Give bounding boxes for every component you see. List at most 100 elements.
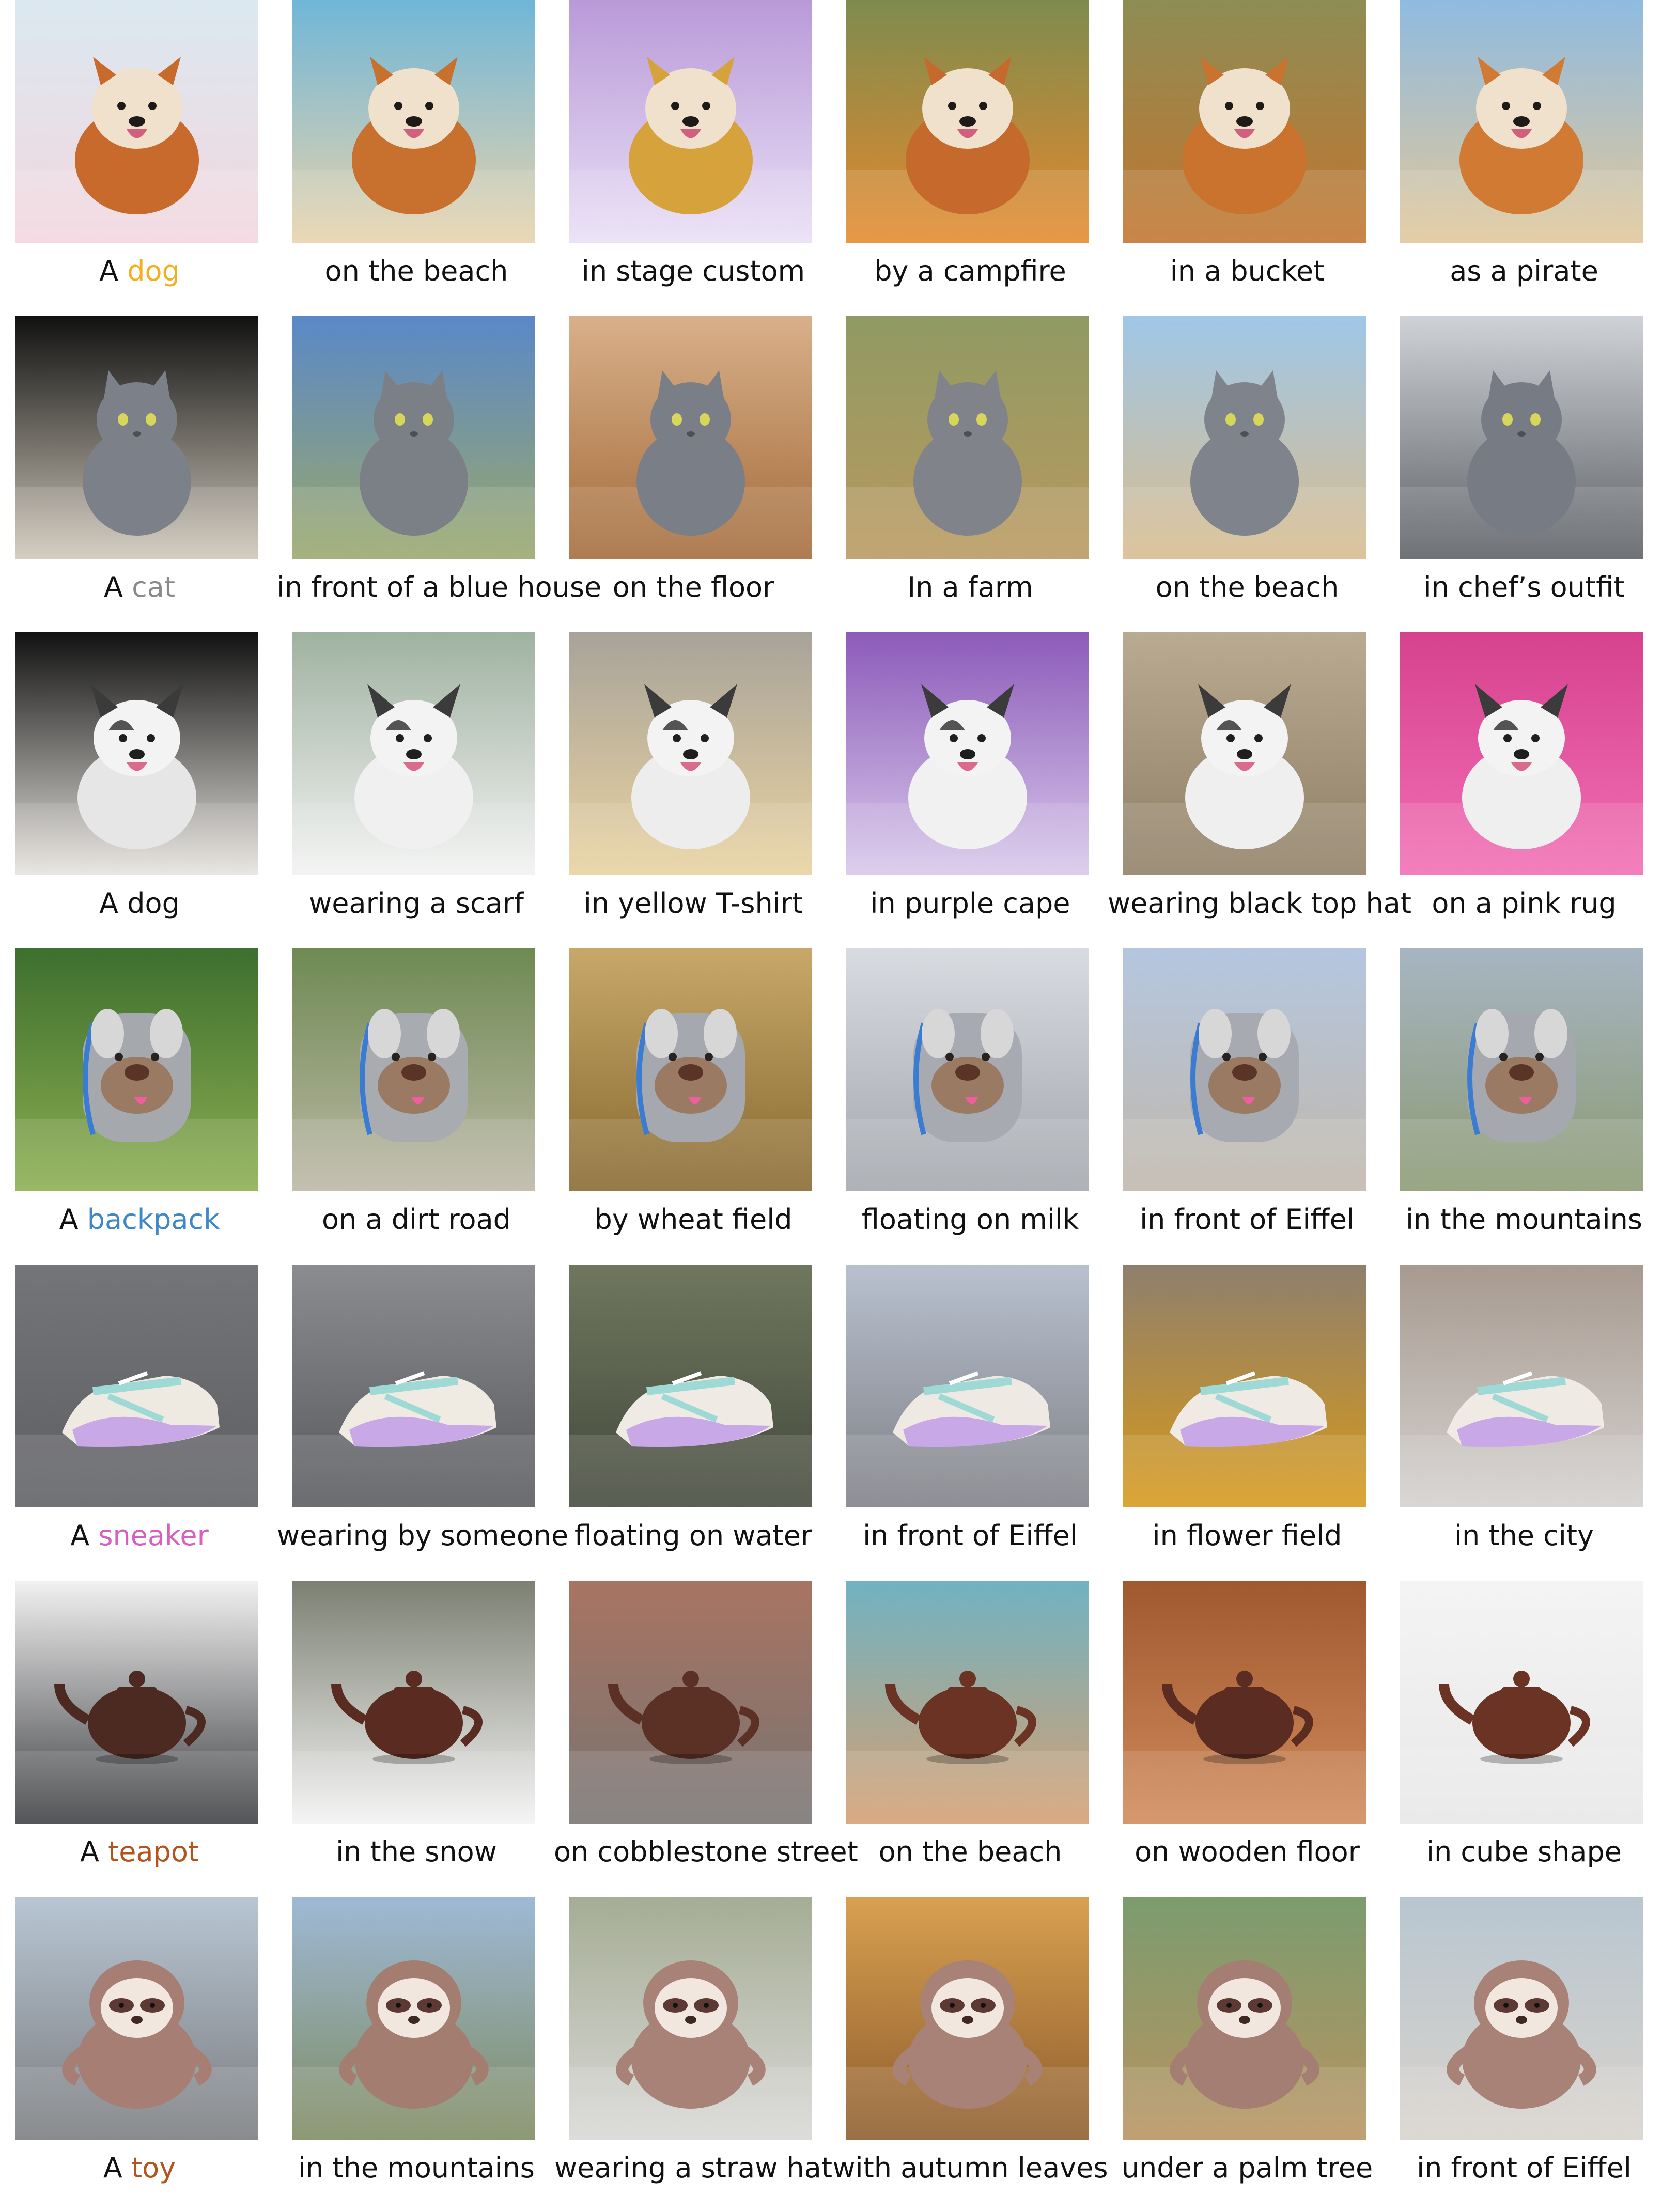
scene-illustration xyxy=(846,0,1089,243)
scene-illustration xyxy=(569,1581,812,1824)
caption-subject: dog xyxy=(127,887,180,920)
teapot-caption-5: in cube shape xyxy=(1426,1835,1622,1868)
scene-illustration xyxy=(846,316,1089,559)
grid-row-cat: A cat in front of a blue house on the fl… xyxy=(0,316,1662,631)
cat-generated-image-2 xyxy=(569,316,812,559)
dog-2-cell-3: in yellow T-shirt xyxy=(554,632,833,947)
toy-generated-image-2 xyxy=(569,1897,812,2140)
scene-illustration xyxy=(846,632,1089,875)
cat-cell-6: in chef’s outfit xyxy=(1385,316,1662,631)
toy-cell-2: in the mountains xyxy=(277,1897,556,2212)
grid-row-dog: A dog on the beach in stage custom by a … xyxy=(0,0,1662,315)
teapot-cell-5: on wooden floor xyxy=(1108,1581,1387,1896)
scene-illustration xyxy=(1400,632,1643,875)
sneaker-caption-2: floating on water xyxy=(574,1519,813,1552)
image-grid: A dog on the beach in stage custom by a … xyxy=(0,0,1662,2204)
scene-illustration xyxy=(1400,316,1643,559)
dog-2-caption-1: wearing a scarf xyxy=(309,887,524,920)
sneaker-reference-image xyxy=(15,1265,258,1507)
scene-illustration xyxy=(15,1581,258,1824)
grid-row-teapot: A teapot in the snow on cobblestone stre… xyxy=(0,1581,1662,1896)
toy-cell-5: under a palm tree xyxy=(1108,1897,1387,2212)
caption-subject: teapot xyxy=(108,1835,199,1868)
scene-illustration xyxy=(1400,1581,1643,1824)
dog-cell-4: by a campfire xyxy=(831,0,1110,315)
caption-prefix: A xyxy=(80,1835,99,1868)
backpack-generated-image-4 xyxy=(1123,948,1366,1191)
scene-illustration xyxy=(1123,316,1366,559)
dog-2-cell-1: A dog xyxy=(0,632,279,947)
cat-caption-4: on the beach xyxy=(1155,571,1339,603)
caption-prefix: A xyxy=(59,1203,79,1236)
dog-caption-3: by a campfire xyxy=(874,255,1066,287)
cat-caption-1: in front of a blue house xyxy=(277,571,602,603)
scene-illustration xyxy=(1123,0,1366,243)
cat-cell-2: in front of a blue house xyxy=(277,316,602,631)
dog-caption-2: in stage custom xyxy=(581,255,805,287)
scene-illustration xyxy=(1400,1897,1643,2140)
scene-illustration xyxy=(15,0,258,243)
grid-row-toy: A toy in the mountains wearing a straw h… xyxy=(0,1897,1662,2212)
backpack-cell-1: A backpack xyxy=(0,948,279,1264)
dog-2-cell-6: on a pink rug xyxy=(1385,632,1662,947)
dog-reference-image xyxy=(15,0,258,243)
scene-illustration xyxy=(1123,1897,1366,2140)
scene-illustration xyxy=(846,948,1089,1191)
teapot-cell-2: in the snow xyxy=(277,1581,556,1896)
sneaker-cell-4: in front of Eiffel xyxy=(831,1265,1110,1580)
scene-illustration xyxy=(15,1897,258,2140)
toy-caption-5: in front of Eiffel xyxy=(1417,2152,1632,2184)
toy-generated-image-3 xyxy=(846,1897,1089,2140)
sneaker-generated-image-1 xyxy=(292,1265,535,1507)
scene-illustration xyxy=(1123,948,1366,1191)
backpack-caption-2: by wheat field xyxy=(594,1203,793,1236)
scene-illustration xyxy=(292,1265,535,1507)
toy-generated-image-5 xyxy=(1400,1897,1643,2140)
scene-illustration xyxy=(292,1897,535,2140)
backpack-cell-5: in front of Eiffel xyxy=(1108,948,1387,1264)
caption-subject: sneaker xyxy=(98,1519,209,1552)
dog-2-generated-image-2 xyxy=(569,632,812,875)
scene-illustration xyxy=(1400,0,1643,243)
dog-cell-3: in stage custom xyxy=(554,0,833,315)
scene-illustration xyxy=(569,1265,812,1507)
caption-prefix: A xyxy=(70,1519,90,1552)
dog-reference-caption: A dog xyxy=(0,253,279,289)
scene-illustration xyxy=(569,948,812,1191)
toy-generated-image-4 xyxy=(1123,1897,1366,2140)
toy-caption-4: under a palm tree xyxy=(1121,2152,1373,2184)
sneaker-caption-3: in front of Eiffel xyxy=(863,1519,1078,1552)
sneaker-cell-6: in the city xyxy=(1385,1265,1662,1580)
backpack-caption-5: in the mountains xyxy=(1406,1203,1642,1236)
teapot-cell-6: in cube shape xyxy=(1385,1581,1662,1896)
backpack-cell-3: by wheat field xyxy=(554,948,833,1264)
dog-cell-1: A dog xyxy=(0,0,279,315)
cat-cell-4: In a farm xyxy=(831,316,1110,631)
scene-illustration xyxy=(1400,948,1643,1191)
dog-cell-2: on the beach xyxy=(277,0,556,315)
cat-caption-2: on the floor xyxy=(612,571,774,603)
dog-generated-image-4 xyxy=(1123,0,1366,243)
sneaker-caption-1: wearing by someone xyxy=(277,1519,569,1552)
dog-generated-image-1 xyxy=(292,0,535,243)
cat-generated-image-4 xyxy=(1123,316,1366,559)
scene-illustration xyxy=(15,632,258,875)
grid-row-backpack: A backpack on a dirt road by wheat field… xyxy=(0,948,1662,1264)
dog-2-caption-5: on a pink rug xyxy=(1432,887,1617,920)
sneaker-cell-3: floating on water xyxy=(554,1265,833,1580)
dog-generated-image-5 xyxy=(1400,0,1643,243)
dog-2-cell-4: in purple cape xyxy=(831,632,1110,947)
cat-reference-caption: A cat xyxy=(0,569,279,605)
dog-2-generated-image-4 xyxy=(1123,632,1366,875)
teapot-cell-1: A teapot xyxy=(0,1581,279,1896)
teapot-reference-caption: A teapot xyxy=(0,1834,279,1870)
cat-generated-image-1 xyxy=(292,316,535,559)
backpack-cell-2: on a dirt road xyxy=(277,948,556,1264)
toy-reference-image xyxy=(15,1897,258,2140)
scene-illustration xyxy=(1123,632,1366,875)
scene-illustration xyxy=(15,948,258,1191)
dog-2-generated-image-1 xyxy=(292,632,535,875)
scene-illustration xyxy=(1123,1265,1366,1507)
scene-illustration xyxy=(1123,1581,1366,1824)
dog-cell-5: in a bucket xyxy=(1108,0,1387,315)
